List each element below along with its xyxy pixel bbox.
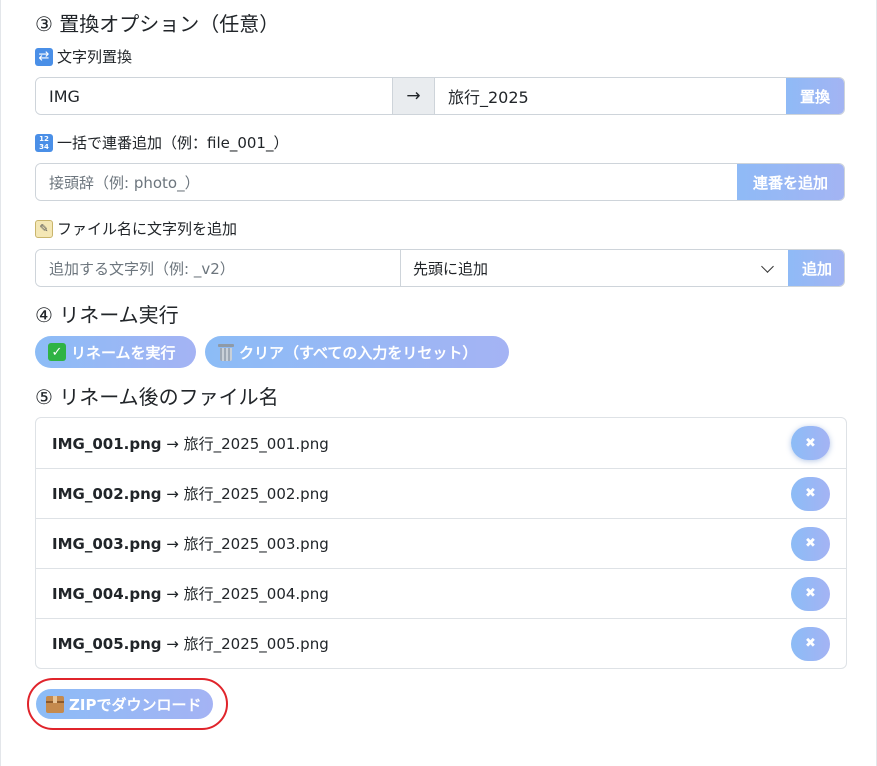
remove-item-button[interactable]: ✖ [791,626,830,661]
append-input-group: 追加する文字列（例: _v2） 先頭に追加 追加 [35,249,845,287]
list-item: IMG_001.png → 旅行_2025_001.png ✖ [36,418,846,468]
section-renamed-files-title: ⑤ リネーム後のファイル名 [35,385,279,409]
check-mark-icon: ✓ [48,343,66,361]
list-item: IMG_003.png → 旅行_2025_003.png ✖ [36,518,846,568]
append-label-row: ✎ ファイル名に文字列を追加 [35,219,845,239]
download-zip-label: ZIPでダウンロード [69,695,202,714]
chevron-down-icon [761,259,774,273]
serial-prefix-input[interactable]: 接頭辞（例: photo_） [36,164,737,200]
section-rename-execute-title: ④ リネーム実行 [35,303,179,327]
execute-rename-button[interactable]: ✓ リネームを実行 [35,336,196,368]
clear-all-button[interactable]: クリア（すべての入力をリセット） [205,336,509,368]
original-filename: IMG_002.png [52,485,162,503]
renamed-file-list: IMG_001.png → 旅行_2025_001.png ✖ IMG_002.… [35,417,847,669]
remove-item-button[interactable]: ✖ [791,476,830,511]
original-filename: IMG_004.png [52,585,162,603]
list-item: IMG_004.png → 旅行_2025_004.png ✖ [36,568,846,618]
append-label: ファイル名に文字列を追加 [57,220,238,238]
append-position-select[interactable]: 先頭に追加 [400,250,788,286]
serial-label-row: 12 34 一括で連番追加（例：file_001_） [35,133,845,153]
replace-label-row: ⇄ 文字列置換 [35,47,845,67]
close-icon: ✖ [805,486,816,501]
remove-item-button[interactable]: ✖ [791,526,830,561]
renamed-filename: → 旅行_2025_001.png [166,434,329,453]
append-position-value: 先頭に追加 [413,259,489,278]
input-numbers-icon: 12 34 [35,134,53,152]
serial-input-group: 接頭辞（例: photo_） 連番を追加 [35,163,845,201]
execute-actions: ✓ リネームを実行 クリア（すべての入力をリセット） [35,336,845,368]
close-icon: ✖ [805,636,816,651]
download-highlight-ring: ZIPでダウンロード [27,678,228,730]
section-replace-options-title: ③ 置換オプション（任意） [35,12,280,36]
repeat-arrows-icon: ⇄ [35,48,53,66]
original-filename: IMG_005.png [52,635,162,653]
close-icon: ✖ [805,586,816,601]
serial-label: 一括で連番追加（例：file_001_） [57,134,289,152]
append-text-input[interactable]: 追加する文字列（例: _v2） [36,250,400,286]
replace-from-input[interactable]: IMG [36,78,392,114]
renamed-filename: → 旅行_2025_002.png [166,485,329,503]
execute-rename-label: リネームを実行 [71,343,176,362]
close-icon: ✖ [805,536,816,551]
remove-item-button[interactable]: ✖ [791,426,830,460]
download-zip-button[interactable]: ZIPでダウンロード [36,689,214,719]
replace-label: 文字列置換 [57,48,133,66]
replace-arrow-addon: → [392,78,435,114]
wastebasket-icon [218,343,234,361]
original-filename: IMG_001.png [52,434,162,453]
close-icon: ✖ [805,435,816,451]
list-item: IMG_002.png → 旅行_2025_002.png ✖ [36,468,846,518]
renamed-filename: → 旅行_2025_005.png [166,635,329,653]
list-item: IMG_005.png → 旅行_2025_005.png ✖ [36,618,846,668]
replace-input-group: IMG → 旅行_2025 置換 [35,77,845,115]
remove-item-button[interactable]: ✖ [791,576,830,611]
renamed-filename: → 旅行_2025_004.png [166,585,329,603]
replace-to-input[interactable]: 旅行_2025 [435,78,786,114]
rename-tool-panel: ③ 置換オプション（任意） ⇄ 文字列置換 IMG → 旅行_2025 置換 1… [0,0,877,766]
original-filename: IMG_003.png [52,535,162,553]
add-serial-button[interactable]: 連番を追加 [737,164,844,200]
replace-button[interactable]: 置換 [786,78,844,114]
renamed-filename: → 旅行_2025_003.png [166,535,329,553]
package-icon [46,695,64,713]
append-button[interactable]: 追加 [788,250,844,286]
memo-icon: ✎ [35,220,53,238]
clear-all-label: クリア（すべての入力をリセット） [239,343,478,362]
